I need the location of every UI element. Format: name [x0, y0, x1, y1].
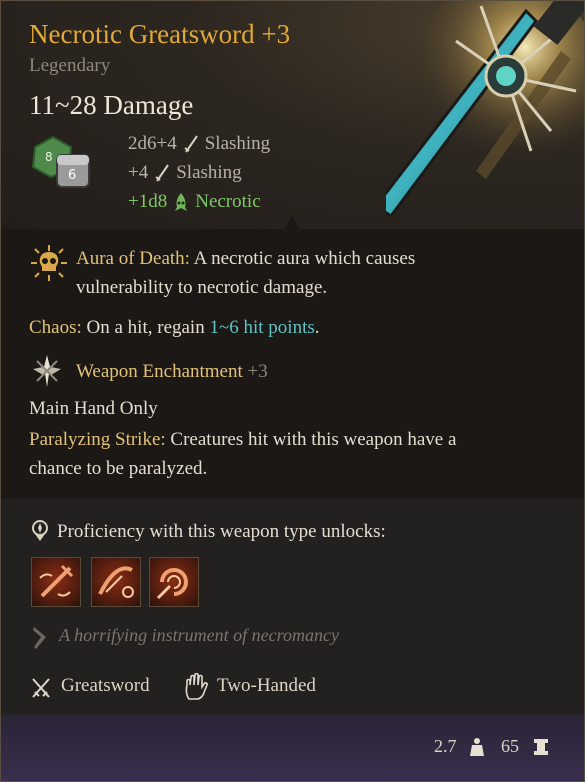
- aura-of-death: Aura of Death: A necrotic aura which cau…: [76, 244, 415, 273]
- weapon-action-icon: [98, 566, 134, 598]
- damage-amount: 2d6+4: [128, 133, 177, 154]
- chaos-title: Chaos:: [29, 317, 82, 338]
- damage-line: 2d6+4 Slashing: [128, 133, 270, 155]
- svg-text:8: 8: [45, 150, 53, 164]
- aura-title: Aura of Death:: [76, 248, 190, 269]
- paralyzing-strike: Paralyzing Strike: Creatures hit with th…: [29, 425, 456, 454]
- chaos-text: On a hit, regain: [86, 317, 205, 338]
- damage-type: Slashing: [204, 133, 271, 154]
- damage-amount: +4: [128, 162, 149, 183]
- damage-line: +4 Slashing: [128, 162, 242, 184]
- weight-icon: [470, 738, 484, 756]
- unlock-action-2[interactable]: [91, 557, 141, 607]
- chaos-heal-amount: 1~6 hit points: [209, 317, 315, 338]
- crossed-swords-icon: [32, 678, 50, 698]
- divider-pointer: [285, 215, 299, 229]
- unlock-action-3[interactable]: [149, 557, 199, 607]
- weight-value: 2.7: [434, 736, 457, 756]
- aura-text: A necrotic aura which causes: [193, 248, 416, 269]
- unlock-action-1[interactable]: [31, 557, 81, 607]
- enchant-value: +3: [247, 361, 268, 382]
- weapon-action-icon: [39, 564, 74, 598]
- gold-value: 65: [501, 736, 519, 756]
- stats-bar: [1, 715, 584, 781]
- tooltip-header: Necrotic Greatsword +3 Legendary 11~28 D…: [1, 1, 584, 229]
- gold-coin-icon: [534, 739, 548, 755]
- enchant-label: Weapon Enchantment: [76, 361, 243, 382]
- damage-total: 11~28 Damage: [29, 90, 194, 120]
- paralyze-text: Creatures hit with this weapon have a: [170, 429, 457, 450]
- skull-icon: [31, 245, 67, 281]
- feather-icon: [33, 627, 46, 649]
- damage-type: Necrotic: [195, 191, 261, 212]
- damage-line: +1d8 Necrotic: [128, 191, 261, 213]
- proficiency-label: Proficiency with this weapon type unlock…: [57, 521, 386, 542]
- aura-text-continued: vulnerability to necrotic damage.: [76, 277, 328, 298]
- damage-amount: +1d8: [128, 191, 168, 212]
- hand-icon: [185, 673, 208, 700]
- necrotic-icon: [175, 193, 188, 211]
- dice-icon: 8 6: [31, 135, 90, 188]
- slash-icon: [184, 135, 198, 153]
- svg-text:6: 6: [68, 168, 76, 183]
- item-tooltip: Necrotic Greatsword +3 Legendary 11~28 D…: [0, 0, 585, 782]
- enchantment-icon: [33, 355, 61, 387]
- damage-type: Slashing: [176, 162, 242, 183]
- handedness-tag: Two-Handed: [217, 675, 316, 696]
- main-hand-only: Main Hand Only: [29, 398, 158, 419]
- chaos-period: .: [314, 317, 320, 338]
- flavor-text: A horrifying instrument of necromancy: [59, 625, 339, 645]
- weapon-action-icon: [156, 568, 188, 600]
- item-rarity: Legendary: [29, 55, 111, 76]
- weapon-type-tag: Greatsword: [61, 675, 150, 696]
- greatsword-image: [386, 1, 584, 216]
- item-name: Necrotic Greatsword +3: [29, 19, 291, 49]
- chaos-property: Chaos: On a hit, regain 1~6 hit points.: [29, 313, 320, 342]
- paralyze-title: Paralyzing Strike:: [29, 429, 166, 450]
- weapon-enchantment: Weapon Enchantment +3: [76, 357, 268, 386]
- proficiency-icon: [32, 520, 48, 541]
- slash-icon: [155, 164, 170, 182]
- paralyze-text-continued: chance to be paralyzed.: [29, 458, 208, 479]
